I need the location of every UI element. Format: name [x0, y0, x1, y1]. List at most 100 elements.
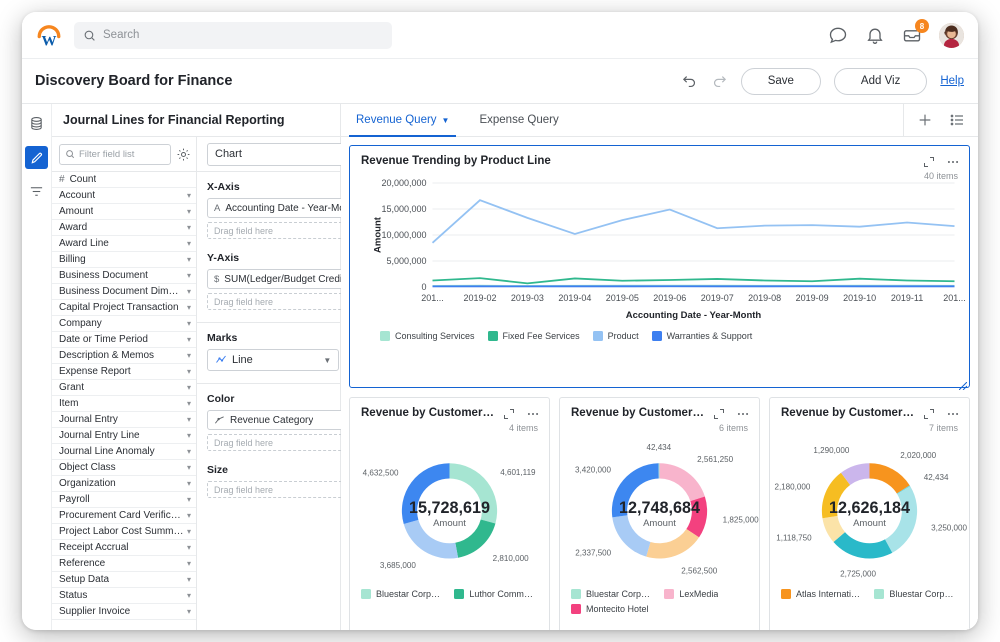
legend-item[interactable]: Warranties & Support: [652, 331, 753, 341]
viz-type-select[interactable]: Chart ▼: [207, 143, 360, 166]
y-axis-dropzone[interactable]: Drag field here: [207, 293, 360, 310]
field-row[interactable]: Procurement Card Verification▾: [52, 508, 196, 524]
size-dropzone[interactable]: Drag field here: [207, 481, 360, 498]
line-chart-card[interactable]: Revenue Trending by Product Line 40 item…: [349, 145, 970, 388]
chevron-down-icon[interactable]: ▾: [184, 447, 191, 456]
expand-icon[interactable]: [923, 408, 935, 420]
chevron-down-icon[interactable]: ▾: [184, 303, 191, 312]
x-axis-dropzone[interactable]: Drag field here: [207, 222, 360, 239]
field-row[interactable]: Status▾: [52, 588, 196, 604]
legend-item[interactable]: Bluestar Corporation: [874, 589, 955, 599]
field-row[interactable]: Company▾: [52, 316, 196, 332]
field-row[interactable]: Award Line▾: [52, 236, 196, 252]
search-input[interactable]: Search: [74, 22, 392, 49]
field-row[interactable]: Journal Entry▾: [52, 412, 196, 428]
legend-item[interactable]: Fixed Fee Services: [488, 331, 580, 341]
legend-item[interactable]: Product: [593, 331, 639, 341]
chevron-down-icon[interactable]: ▾: [184, 559, 191, 568]
legend-item[interactable]: Bluestar Corporation: [571, 589, 652, 599]
chat-bubble-icon[interactable]: [828, 25, 848, 45]
more-options-icon[interactable]: [946, 155, 960, 169]
field-row[interactable]: Setup Data▾: [52, 572, 196, 588]
chevron-down-icon[interactable]: ▾: [184, 399, 191, 408]
chevron-down-icon[interactable]: ▾: [184, 543, 191, 552]
chevron-down-icon[interactable]: ▾: [184, 335, 191, 344]
field-row[interactable]: Award▾: [52, 220, 196, 236]
marks-type-select[interactable]: Line ▼: [207, 349, 339, 371]
field-row[interactable]: Business Document Dimensi...▾: [52, 284, 196, 300]
more-options-icon[interactable]: [946, 407, 960, 421]
rail-item-edit[interactable]: [25, 146, 48, 169]
field-row-count[interactable]: # Count: [52, 172, 196, 188]
chevron-down-icon[interactable]: ▾: [184, 255, 191, 264]
chevron-down-icon[interactable]: ▾: [184, 415, 191, 424]
field-row[interactable]: Grant▾: [52, 380, 196, 396]
field-row[interactable]: Account▾: [52, 188, 196, 204]
field-row[interactable]: Journal Entry Line▾: [52, 428, 196, 444]
resize-handle[interactable]: [959, 377, 967, 385]
field-row[interactable]: Expense Report▾: [52, 364, 196, 380]
chevron-down-icon[interactable]: ▾: [184, 207, 191, 216]
inbox-button[interactable]: 8: [902, 25, 922, 45]
chevron-down-icon[interactable]: ▾: [184, 239, 191, 248]
color-dropzone[interactable]: Drag field here: [207, 434, 360, 451]
legend-item[interactable]: Consulting Services: [380, 331, 475, 341]
field-row[interactable]: Item▾: [52, 396, 196, 412]
legend-item[interactable]: Luthor Communications: [454, 589, 535, 599]
chevron-down-icon[interactable]: ▾: [184, 351, 191, 360]
field-row[interactable]: Billing▾: [52, 252, 196, 268]
x-axis-field-chip[interactable]: A Accounting Date - Year-Mo...: [207, 198, 360, 218]
rail-item-filter[interactable]: [26, 181, 47, 202]
donut-chart-card[interactable]: Revenue by Customer J...6 items2,561,250…: [559, 397, 760, 630]
chevron-down-icon[interactable]: ▾: [184, 607, 191, 616]
legend-item[interactable]: LexMedia: [664, 589, 745, 599]
more-options-icon[interactable]: [736, 407, 750, 421]
avatar[interactable]: [939, 23, 964, 48]
plus-icon[interactable]: [917, 112, 933, 128]
expand-icon[interactable]: [713, 408, 725, 420]
field-row[interactable]: Payroll▾: [52, 492, 196, 508]
undo-icon[interactable]: [681, 73, 698, 90]
field-row[interactable]: Supplier Invoice▾: [52, 604, 196, 620]
save-button[interactable]: Save: [741, 68, 821, 95]
expand-icon[interactable]: [923, 156, 935, 168]
add-viz-button[interactable]: Add Viz: [834, 68, 927, 95]
more-options-icon[interactable]: [526, 407, 540, 421]
chevron-down-icon[interactable]: ▾: [184, 367, 191, 376]
field-row[interactable]: Project Labor Cost Summary▾: [52, 524, 196, 540]
filter-field-list-input[interactable]: Filter field list: [59, 144, 171, 165]
chevron-down-icon[interactable]: ▼: [442, 116, 450, 125]
notifications-bell-icon[interactable]: [865, 25, 885, 45]
help-link[interactable]: Help: [940, 75, 964, 87]
field-row[interactable]: Object Class▾: [52, 460, 196, 476]
redo-icon[interactable]: [711, 73, 728, 90]
chevron-down-icon[interactable]: ▾: [184, 527, 191, 536]
field-row[interactable]: Date or Time Period▾: [52, 332, 196, 348]
y-axis-field-chip[interactable]: $ SUM(Ledger/Budget Credit...: [207, 269, 360, 289]
rail-item-data-source[interactable]: [26, 113, 47, 134]
field-row[interactable]: Organization▾: [52, 476, 196, 492]
donut-chart-card[interactable]: Revenue by Customer J...4 items4,601,119…: [349, 397, 550, 630]
chevron-down-icon[interactable]: ▾: [184, 479, 191, 488]
field-row[interactable]: Journal Line Anomaly▾: [52, 444, 196, 460]
chevron-down-icon[interactable]: ▾: [184, 287, 191, 296]
chevron-down-icon[interactable]: ▾: [184, 431, 191, 440]
chevron-down-icon[interactable]: ▾: [184, 383, 191, 392]
chevron-down-icon[interactable]: ▾: [184, 495, 191, 504]
field-row[interactable]: Description & Memos▾: [52, 348, 196, 364]
color-field-chip[interactable]: Revenue Category: [207, 410, 360, 430]
gear-icon[interactable]: [176, 147, 191, 162]
field-row[interactable]: Reference▾: [52, 556, 196, 572]
tab-revenue-query[interactable]: Revenue Query▼: [341, 104, 464, 136]
chevron-down-icon[interactable]: ▾: [184, 575, 191, 584]
chevron-down-icon[interactable]: ▾: [184, 191, 191, 200]
legend-item[interactable]: Montecito Hotel: [571, 604, 652, 614]
field-row[interactable]: Capital Project Transaction▾: [52, 300, 196, 316]
expand-icon[interactable]: [503, 408, 515, 420]
donut-chart-card[interactable]: Revenue by Customer ...7 items2,020,0004…: [769, 397, 970, 630]
chevron-down-icon[interactable]: ▾: [184, 271, 191, 280]
tab-expense-query[interactable]: Expense Query: [464, 104, 573, 136]
legend-item[interactable]: Bluestar Corporation: [361, 589, 442, 599]
field-list[interactable]: # Count Account▾Amount▾Award▾Award Line▾…: [52, 172, 196, 630]
chevron-down-icon[interactable]: ▾: [184, 591, 191, 600]
